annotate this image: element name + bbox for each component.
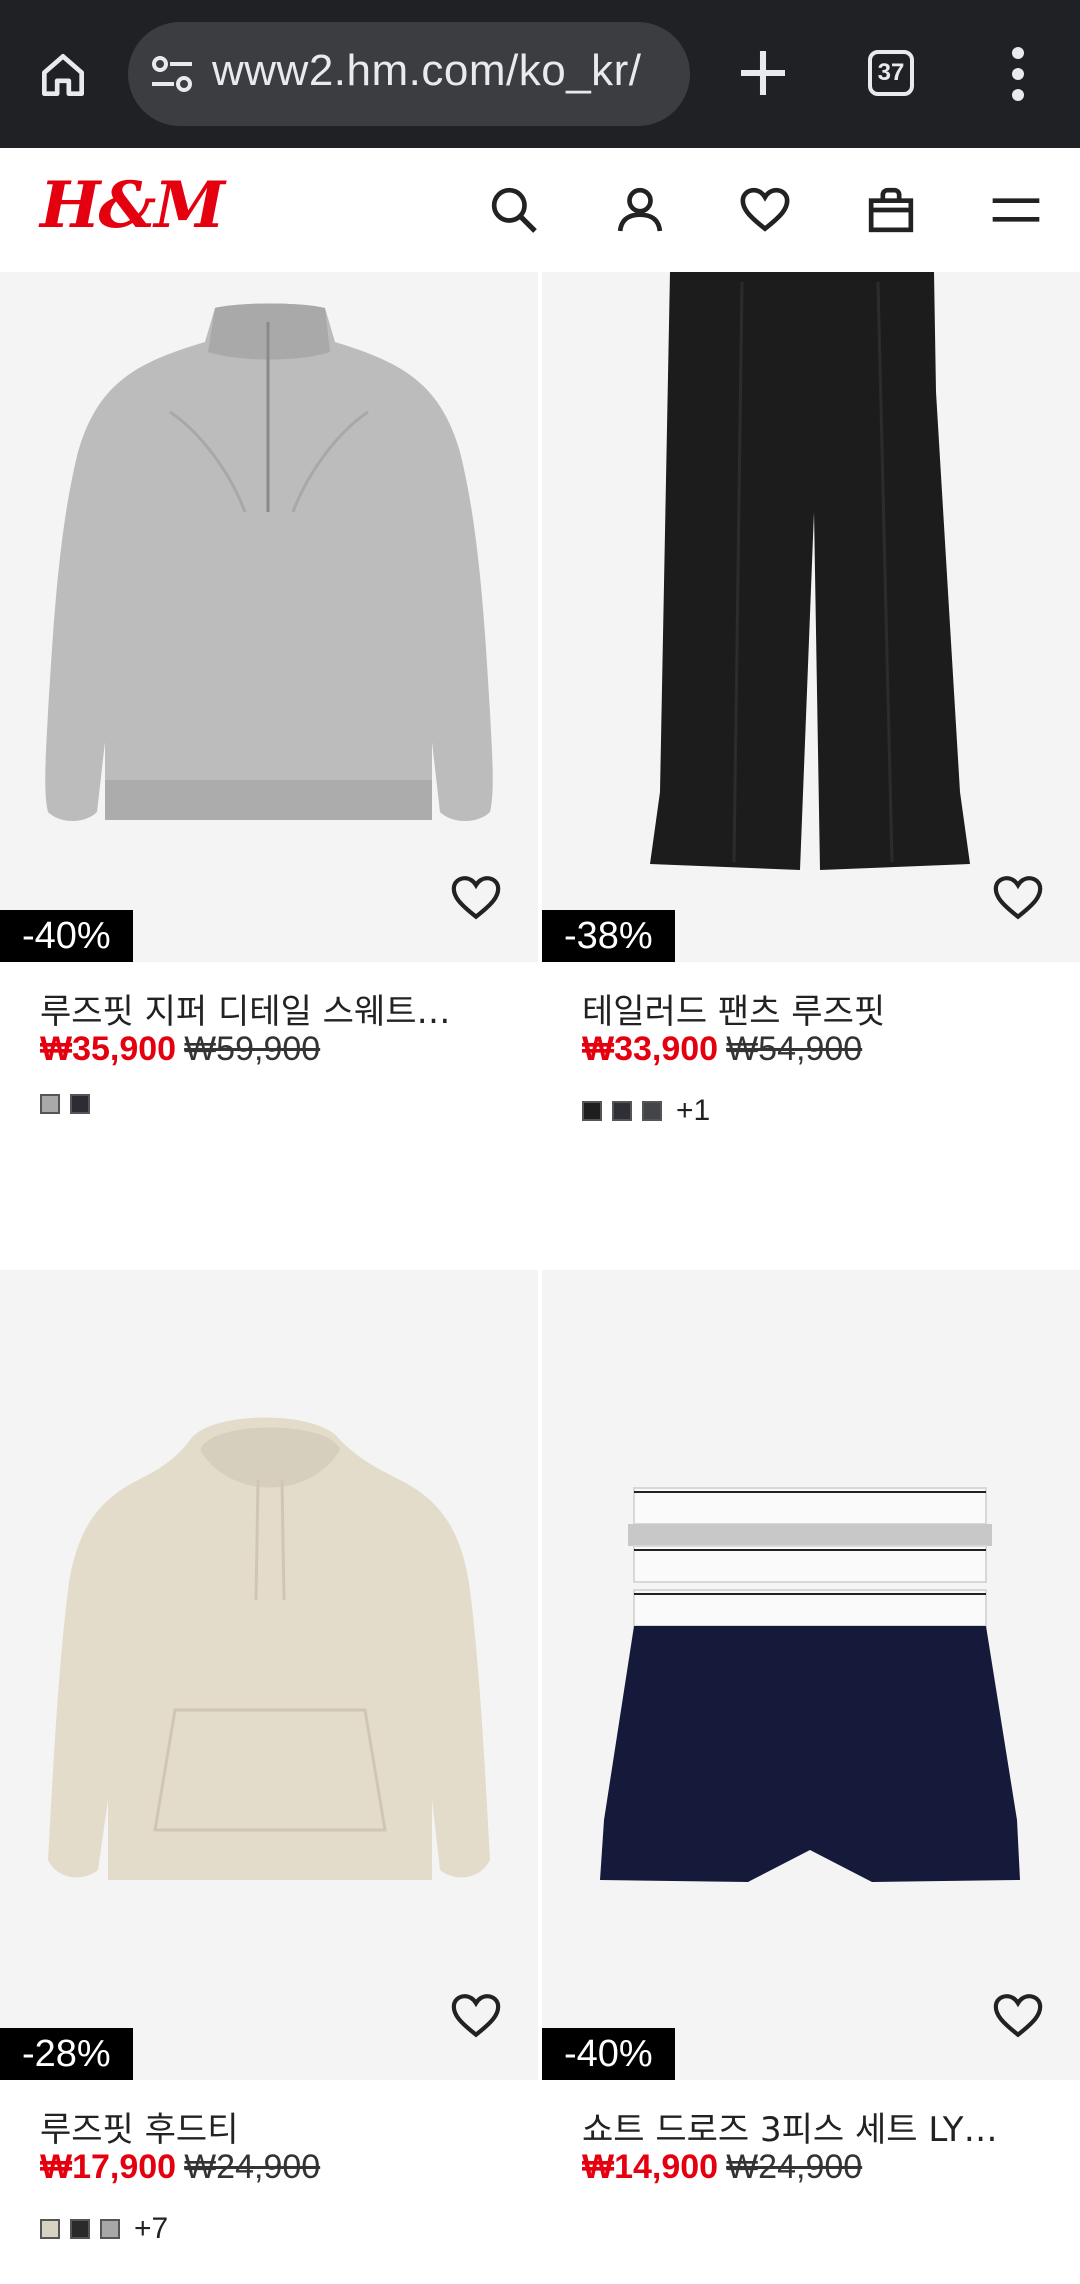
wishlist-heart-icon[interactable] [990, 870, 1046, 926]
sale-price: ₩17,900 [40, 2148, 177, 2186]
more-colors[interactable]: +1 [676, 1094, 710, 1128]
original-price: ₩24,900 [184, 2148, 321, 2186]
more-colors[interactable]: +7 [134, 2212, 168, 2246]
url-text[interactable]: www2.hm.com/ko_kr/ [212, 46, 642, 96]
product-card[interactable]: -40% 쇼트 드로즈 3피스 세트 LY… ₩14,900 ₩24,900 [542, 1270, 1080, 2284]
favorites-icon[interactable] [737, 182, 793, 238]
price-row: ₩17,900 ₩24,900 [40, 2148, 320, 2187]
color-swatch[interactable] [70, 1094, 90, 1114]
original-price: ₩24,900 [726, 2148, 863, 2186]
product-title[interactable]: 쇼트 드로즈 3피스 세트 LY… [582, 2102, 1052, 2151]
search-icon[interactable] [486, 182, 542, 238]
color-swatches [40, 1094, 90, 1114]
sale-price: ₩33,900 [582, 1030, 719, 1068]
discount-badge: -28% [0, 2028, 133, 2080]
original-price: ₩54,900 [726, 1030, 863, 1068]
original-price: ₩59,900 [184, 1030, 321, 1068]
more-menu-icon[interactable] [1000, 44, 1036, 104]
color-swatches: +1 [582, 1094, 710, 1128]
home-icon[interactable] [30, 42, 96, 108]
price-row: ₩33,900 ₩54,900 [582, 1030, 862, 1069]
product-card[interactable]: -28% 루즈핏 후드티 ₩17,900 ₩24,900 +7 [0, 1270, 538, 2284]
discount-badge: -38% [542, 910, 675, 962]
color-swatch[interactable] [70, 2219, 90, 2239]
browser-toolbar: www2.hm.com/ko_kr/ 37 [0, 0, 1080, 148]
wishlist-heart-icon[interactable] [990, 1988, 1046, 2044]
product-image[interactable] [542, 1270, 1080, 2080]
product-image[interactable] [0, 272, 538, 962]
tab-switcher-button[interactable]: 37 [868, 50, 914, 96]
color-swatch[interactable] [40, 1094, 60, 1114]
color-swatch[interactable] [612, 1101, 632, 1121]
hm-logo[interactable]: H&M [40, 168, 225, 243]
site-settings-icon[interactable] [148, 52, 196, 96]
menu-icon[interactable] [988, 182, 1044, 238]
discount-badge: -40% [0, 910, 133, 962]
shopping-bag-icon[interactable] [863, 182, 919, 238]
wishlist-heart-icon[interactable] [448, 870, 504, 926]
color-swatch[interactable] [40, 2219, 60, 2239]
price-row: ₩35,900 ₩59,900 [40, 1030, 320, 1069]
discount-badge: -40% [542, 2028, 675, 2080]
site-header: H&M [0, 148, 1080, 272]
product-image[interactable] [542, 272, 1080, 962]
product-card[interactable]: -38% 테일러드 팬츠 루즈핏 ₩33,900 ₩54,900 +1 [542, 272, 1080, 1172]
sale-price: ₩35,900 [40, 1030, 177, 1068]
sale-price: ₩14,900 [582, 2148, 719, 2186]
address-bar[interactable]: www2.hm.com/ko_kr/ [128, 22, 690, 126]
wishlist-heart-icon[interactable] [448, 1988, 504, 2044]
color-swatch[interactable] [642, 1101, 662, 1121]
price-row: ₩14,900 ₩24,900 [582, 2148, 862, 2187]
color-swatches: +7 [40, 2212, 168, 2246]
product-title[interactable]: 루즈핏 후드티 [40, 2102, 510, 2151]
product-image[interactable] [0, 1270, 538, 2080]
product-title[interactable]: 테일러드 팬츠 루즈핏 [582, 984, 1052, 1033]
product-title[interactable]: 루즈핏 지퍼 디테일 스웨트… [40, 984, 510, 1033]
color-swatch[interactable] [100, 2219, 120, 2239]
color-swatch[interactable] [582, 1101, 602, 1121]
new-tab-icon[interactable] [730, 40, 796, 106]
product-card[interactable]: -40% 루즈핏 지퍼 디테일 스웨트… ₩35,900 ₩59,900 [0, 272, 538, 1172]
account-icon[interactable] [612, 182, 668, 238]
